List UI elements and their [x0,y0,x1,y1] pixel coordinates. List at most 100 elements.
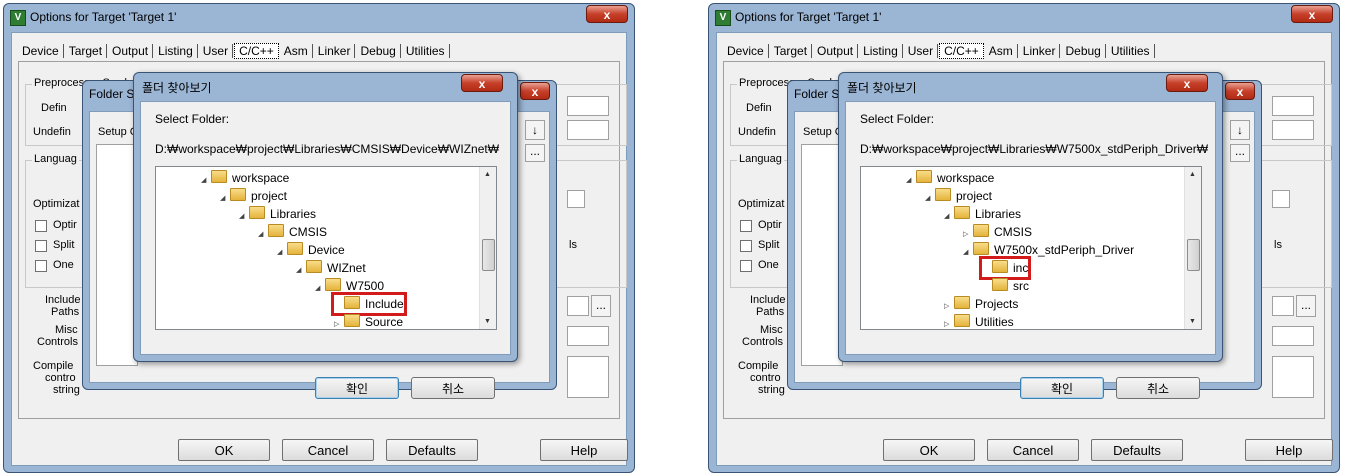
cancel-browse-button[interactable]: 취소 [411,377,495,399]
expander-icon[interactable]: ◢ [239,208,249,226]
opt-checkbox-1[interactable] [35,220,47,232]
browse-dialog-close-button[interactable]: x [1166,74,1208,92]
misc-controls-field[interactable] [567,326,609,346]
help-button[interactable]: Help [540,439,628,461]
include-paths-field[interactable] [1272,296,1294,316]
optimization-select[interactable] [567,190,585,208]
tree-row-include[interactable]: Include [331,292,407,316]
opt-checkbox-3[interactable] [35,260,47,272]
include-browse-button[interactable]: ... [591,295,611,317]
tab-listing[interactable]: Listing [154,44,198,58]
expander-icon[interactable]: ◢ [944,208,954,226]
tree-row-workspace[interactable]: ◢ workspace [201,169,289,187]
window-close-button[interactable]: x [586,5,628,23]
setup-browse-button[interactable]: ... [525,144,545,162]
opt-checkbox-2[interactable] [35,240,47,252]
scroll-thumb[interactable] [1187,239,1200,271]
tab-utilities[interactable]: Utilities [402,44,450,58]
tab-listing[interactable]: Listing [859,44,903,58]
setup-list[interactable] [96,144,138,366]
expander-icon[interactable]: ◢ [220,190,230,208]
help-button[interactable]: Help [1245,439,1333,461]
cancel-browse-button[interactable]: 취소 [1116,377,1200,399]
expander-icon[interactable]: ◢ [258,226,268,244]
misc-controls-field[interactable] [1272,326,1314,346]
include-paths-field[interactable] [567,296,589,316]
scroll-up-icon[interactable]: ▲ [1189,171,1196,178]
tab-user[interactable]: User [199,44,234,58]
tab-output[interactable]: Output [108,44,154,58]
expander-icon[interactable]: ◢ [906,172,916,190]
cancel-button[interactable]: Cancel [987,439,1079,461]
tab-cc[interactable]: C/C++ [939,43,984,59]
tree-row-src[interactable]: src [982,277,1029,295]
ok-button[interactable]: OK [883,439,975,461]
opt-checkbox-1[interactable] [740,220,752,232]
tree-row-utilities[interactable]: ▷ Utilities [944,313,1014,331]
window-close-button[interactable]: x [1291,5,1333,23]
expander-icon[interactable]: ◢ [963,244,973,262]
defaults-button[interactable]: Defaults [386,439,478,461]
tree-row-w7500x_stdperiph_driver[interactable]: ◢ W7500x_stdPeriph_Driver [963,241,1134,259]
tab-linker[interactable]: Linker [314,44,356,58]
tree-row-project[interactable]: ◢ project [220,187,287,205]
define-field[interactable] [1272,96,1314,116]
scroll-up-icon[interactable]: ▲ [484,171,491,178]
ok-button[interactable]: OK [178,439,270,461]
include-browse-button[interactable]: ... [1296,295,1316,317]
optimization-select[interactable] [1272,190,1290,208]
undefine-field[interactable] [1272,120,1314,140]
undefine-field[interactable] [567,120,609,140]
tree-row-cmsis[interactable]: ◢ CMSIS [258,223,327,241]
define-field[interactable] [567,96,609,116]
folder-setup-close-button[interactable]: x [1225,82,1255,100]
expander-icon[interactable]: ▷ [944,316,954,334]
expander-icon[interactable]: ◢ [201,172,211,190]
opt-checkbox-2[interactable] [740,240,752,252]
tab-output[interactable]: Output [813,44,859,58]
tree-row-source[interactable]: ▷ Source [334,313,403,331]
tree-row-workspace[interactable]: ◢ workspace [906,169,994,187]
tab-target[interactable]: Target [65,44,108,58]
tree-row-inc[interactable]: inc [978,256,1032,280]
tree-scrollbar[interactable]: ▲ ▼ [1184,167,1201,329]
scroll-down-icon[interactable]: ▼ [484,318,491,325]
tree-scrollbar[interactable]: ▲ ▼ [479,167,496,329]
expander-icon[interactable]: ◢ [925,190,935,208]
tab-asm[interactable]: Asm [280,44,313,58]
setup-browse-button[interactable]: ... [1230,144,1250,162]
folder-setup-close-button[interactable]: x [520,82,550,100]
tab-device[interactable]: Device [723,44,769,58]
tree-row-wiznet[interactable]: ◢ WIZnet [296,259,366,277]
browse-dialog-close-button[interactable]: x [461,74,503,92]
tree-row-cmsis[interactable]: ▷ CMSIS [963,223,1032,241]
expander-icon[interactable]: ◢ [277,244,287,262]
move-down-button[interactable]: ↓ [525,120,545,140]
confirm-button[interactable]: 확인 [1020,377,1104,399]
expander-icon[interactable]: ◢ [315,280,325,298]
tab-debug[interactable]: Debug [1061,44,1106,58]
tab-debug[interactable]: Debug [356,44,401,58]
tab-linker[interactable]: Linker [1019,44,1061,58]
scroll-down-icon[interactable]: ▼ [1189,318,1196,325]
defaults-button[interactable]: Defaults [1091,439,1183,461]
tree-row-libraries[interactable]: ◢ Libraries [239,205,316,223]
expander-icon[interactable]: ◢ [296,262,306,280]
move-down-button[interactable]: ↓ [1230,120,1250,140]
opt-checkbox-3[interactable] [740,260,752,272]
tree-row-device[interactable]: ◢ Device [277,241,345,259]
tab-user[interactable]: User [904,44,939,58]
cancel-button[interactable]: Cancel [282,439,374,461]
tree-row-w7500[interactable]: ◢ W7500 [315,277,384,295]
confirm-button[interactable]: 확인 [315,377,399,399]
tab-utilities[interactable]: Utilities [1107,44,1155,58]
tab-target[interactable]: Target [770,44,813,58]
tab-device[interactable]: Device [18,44,64,58]
tab-cc[interactable]: C/C++ [234,43,279,59]
expander-icon[interactable]: ▷ [334,316,344,334]
tree-row-project[interactable]: ◢ project [925,187,992,205]
scroll-thumb[interactable] [482,239,495,271]
tree-row-libraries[interactable]: ◢ Libraries [944,205,1021,223]
tab-asm[interactable]: Asm [985,44,1018,58]
tree-row-projects[interactable]: ▷ Projects [944,295,1018,313]
